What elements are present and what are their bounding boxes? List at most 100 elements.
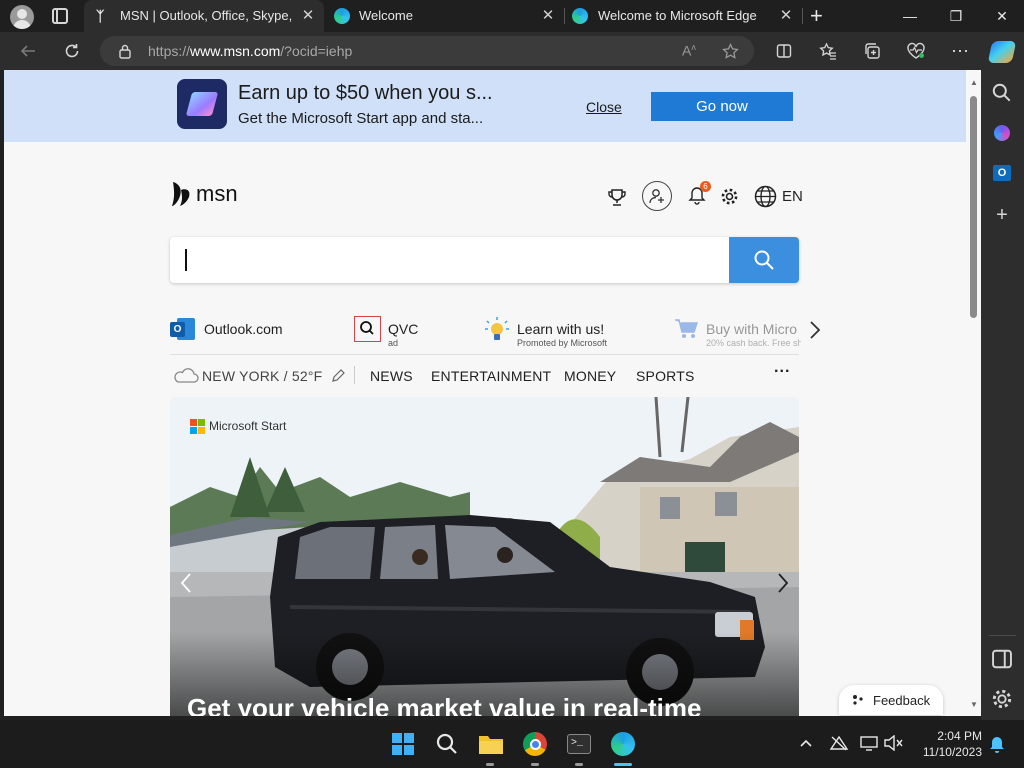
sign-in-button[interactable]: [642, 181, 672, 211]
feedback-button[interactable]: Feedback: [839, 685, 943, 715]
page-scrollbar[interactable]: ▲ ▼: [966, 70, 981, 716]
microsoft-logo-icon: [190, 419, 205, 434]
tab-close-icon[interactable]: ✕: [300, 8, 316, 24]
tab-close-icon[interactable]: ✕: [540, 8, 556, 24]
microsoft-start-badge: Microsoft Start: [190, 419, 287, 434]
hero-card[interactable]: Microsoft Start Get your vehicle market …: [170, 397, 799, 716]
tab-welcome-edge[interactable]: Welcome to Microsoft Edge ✕: [564, 0, 802, 32]
favorites-button[interactable]: [814, 37, 842, 65]
quick-link-sublabel: 20% cash back. Free sh: [706, 338, 801, 348]
nav-news[interactable]: NEWS: [370, 368, 413, 384]
address-bar[interactable]: https://www.msn.com/?ocid=iehp Aʌ: [100, 36, 754, 66]
collections-icon: [865, 43, 880, 59]
clock[interactable]: 2:04 PM 11/10/2023: [912, 728, 982, 760]
search-icon: [754, 250, 774, 270]
terminal-button[interactable]: >_: [565, 730, 593, 758]
search-icon[interactable]: [991, 82, 1013, 104]
msn-butterfly-logo-icon: [172, 182, 190, 206]
go-now-button[interactable]: Go now: [651, 92, 793, 121]
collections-button[interactable]: [858, 37, 886, 65]
url-text[interactable]: https://www.msn.com/?ocid=iehp: [148, 43, 352, 59]
running-indicator: [575, 763, 583, 766]
copilot-icon[interactable]: [987, 41, 1017, 63]
file-explorer-button[interactable]: [477, 730, 505, 758]
carousel-next-icon[interactable]: [777, 572, 789, 594]
language-label: EN: [782, 188, 803, 205]
maximize-button[interactable]: ❐: [933, 0, 979, 32]
favorite-star-icon[interactable]: [722, 43, 739, 60]
browser-essentials-button[interactable]: [902, 37, 930, 65]
chevron-right-icon[interactable]: [809, 320, 821, 340]
terminal-icon: >_: [567, 734, 591, 754]
split-screen-button[interactable]: [770, 37, 798, 65]
app-promo-banner: Earn up to $50 when you s... Get the Mic…: [4, 70, 966, 142]
profile-avatar[interactable]: [10, 5, 34, 29]
nav-entertainment[interactable]: ENTERTAINMENT: [431, 368, 551, 384]
taskbar-search-button[interactable]: [433, 730, 461, 758]
split-screen-icon: [776, 44, 792, 58]
volume-muted-icon[interactable]: [883, 735, 903, 751]
scrollbar-thumb[interactable]: [970, 96, 977, 318]
quick-link-label: Learn with us!: [517, 321, 605, 337]
scroll-up-arrow-icon[interactable]: ▲: [970, 78, 978, 87]
edge-taskbar-button[interactable]: [609, 730, 637, 758]
add-sidebar-app-icon[interactable]: +: [991, 204, 1013, 226]
tab-actions-icon[interactable]: [52, 8, 68, 24]
carousel-prev-icon[interactable]: [180, 572, 192, 594]
tab-welcome[interactable]: Welcome ✕: [324, 0, 564, 32]
edge-sidebar: O +: [981, 70, 1024, 720]
search-input[interactable]: [170, 237, 729, 283]
network-disconnected-icon[interactable]: [829, 735, 849, 751]
notifications-button[interactable]: 6: [688, 181, 711, 207]
nav-more-button[interactable]: ···: [774, 363, 791, 381]
brand-label: Microsoft Start: [209, 419, 287, 433]
tab-close-icon[interactable]: ✕: [778, 8, 794, 24]
active-indicator: [614, 763, 632, 766]
language-selector[interactable]: EN: [754, 185, 803, 208]
page-viewport: Earn up to $50 when you s... Get the Mic…: [4, 70, 981, 716]
quick-link-qvc[interactable]: QVC ad: [354, 316, 464, 348]
close-window-button[interactable]: ✕: [979, 0, 1024, 32]
notification-bell-icon[interactable]: [988, 735, 1006, 753]
feedback-label: Feedback: [873, 693, 931, 708]
start-button[interactable]: [389, 730, 417, 758]
edit-pencil-icon[interactable]: [331, 368, 346, 383]
quick-link-sublabel: Promoted by Microsoft: [517, 338, 608, 348]
msn-logo[interactable]: msn: [170, 180, 238, 208]
msn-butterfly-icon: ᛉ: [96, 8, 105, 24]
quick-link-outlook[interactable]: O Outlook.com: [170, 316, 330, 344]
scroll-down-arrow-icon[interactable]: ▼: [970, 700, 978, 709]
search-caret: [185, 249, 187, 271]
nav-sports[interactable]: SPORTS: [636, 368, 695, 384]
settings-more-button[interactable]: ⋯: [946, 37, 974, 65]
quick-link-label: Buy with Micro: [706, 321, 798, 337]
qvc-logo-icon: [354, 316, 381, 342]
quick-link-buy[interactable]: Buy with Micro 20% cash back. Free sh: [674, 316, 801, 348]
outlook-sidebar-icon[interactable]: O: [991, 162, 1013, 184]
weather-location[interactable]: NEW YORK / 52°F: [202, 368, 322, 384]
read-aloud-icon[interactable]: Aʌ: [682, 42, 696, 59]
outlook-icon: O: [170, 318, 195, 340]
new-tab-button[interactable]: +: [810, 3, 823, 29]
microsoft-start-app-icon: [177, 79, 227, 129]
refresh-button[interactable]: [58, 37, 86, 65]
hide-sidebar-icon[interactable]: [991, 648, 1013, 670]
tab-title: Welcome: [359, 8, 413, 23]
rewards-trophy-icon[interactable]: [607, 187, 627, 207]
nav-separator: [354, 366, 355, 384]
search-button[interactable]: [729, 237, 799, 283]
display-icon[interactable]: [860, 735, 878, 751]
back-button[interactable]: [14, 37, 42, 65]
quick-link-learn[interactable]: Learn with us! Promoted by Microsoft: [484, 316, 654, 348]
show-hidden-icons-chevron-icon[interactable]: [799, 738, 813, 748]
tab-msn[interactable]: ᛉ MSN | Outlook, Office, Skype, Bing, Br…: [84, 0, 324, 32]
minimize-button[interactable]: —: [887, 0, 933, 32]
sidebar-settings-icon[interactable]: [991, 688, 1013, 710]
nav-money[interactable]: MONEY: [564, 368, 616, 384]
banner-subline: Get the Microsoft Start app and sta...: [238, 110, 484, 127]
chrome-button[interactable]: [521, 730, 549, 758]
settings-gear-icon[interactable]: [720, 187, 739, 206]
hero-headline[interactable]: Get your vehicle market value in real-ti…: [187, 693, 701, 716]
banner-close-link[interactable]: Close: [586, 99, 622, 115]
copilot-sidebar-icon[interactable]: [991, 122, 1013, 144]
